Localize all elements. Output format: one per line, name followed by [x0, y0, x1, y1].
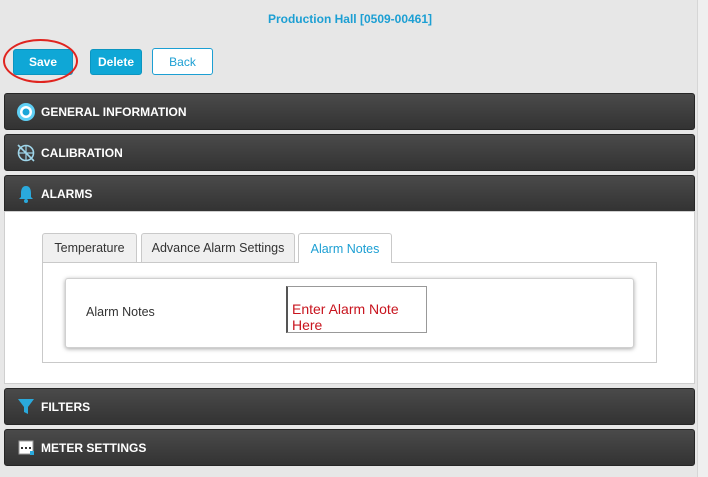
tab-alarm-notes[interactable]: Alarm Notes	[298, 233, 392, 263]
info-circle-icon	[15, 101, 37, 123]
section-label: GENERAL INFORMATION	[41, 104, 187, 119]
tab-advance-alarm-settings[interactable]: Advance Alarm Settings	[141, 233, 295, 262]
scrollbar-track[interactable]	[697, 0, 708, 477]
section-general-information[interactable]: GENERAL INFORMATION	[4, 93, 695, 130]
meter-icon	[15, 437, 37, 459]
delete-button[interactable]: Delete	[90, 49, 142, 75]
page-title: Production Hall [0509-00461]	[267, 12, 433, 26]
section-meter-settings[interactable]: METER SETTINGS	[4, 429, 695, 466]
section-alarms[interactable]: ALARMS	[4, 175, 695, 212]
back-button[interactable]: Back	[152, 48, 213, 75]
annotation-circle	[3, 39, 78, 83]
section-label: FILTERS	[41, 399, 91, 414]
funnel-icon	[15, 396, 37, 418]
section-label: METER SETTINGS	[41, 440, 147, 455]
section-filters[interactable]: FILTERS	[4, 388, 695, 425]
section-label: CALIBRATION	[41, 145, 123, 160]
section-calibration[interactable]: CALIBRATION	[4, 134, 695, 171]
tab-temperature[interactable]: Temperature	[42, 233, 137, 262]
section-label: ALARMS	[41, 186, 93, 201]
compass-icon	[15, 142, 37, 164]
bell-icon	[15, 183, 37, 205]
alarm-notes-label: Alarm Notes	[86, 305, 155, 319]
alarm-notes-input[interactable]	[286, 286, 427, 333]
